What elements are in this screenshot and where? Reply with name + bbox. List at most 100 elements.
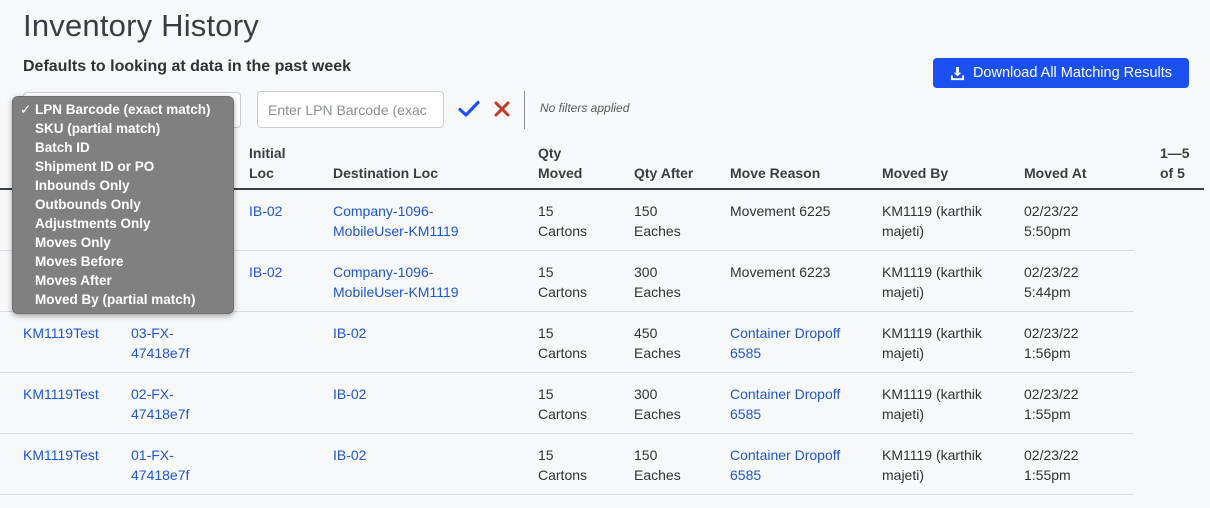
cell-qty-moved-text: Cartons: [538, 467, 588, 483]
cell-moved-at: 02/23/22 5:50pm: [1024, 201, 1079, 241]
cell-destination-loc[interactable]: Company-1096- MobileUser-KM1119: [333, 262, 459, 302]
cell-move-reason[interactable]: Container Dropoff 6585: [730, 384, 840, 424]
cell-qty-after-text: Eaches: [634, 223, 681, 239]
dropdown-option-label: Shipment ID or PO: [35, 159, 155, 174]
dropdown-option-moves-after[interactable]: Moves After: [13, 271, 233, 290]
cell-qty-after-text: Eaches: [634, 284, 681, 300]
dropdown-option-moved-by[interactable]: Moved By (partial match): [13, 290, 233, 309]
cell-lpn[interactable]: KM1119Test: [23, 384, 99, 404]
cell-move-reason[interactable]: Container Dropoff 6585: [730, 323, 840, 363]
cell-move-reason-text: 6585: [730, 345, 762, 361]
cell-moved-by-text: majeti): [882, 223, 925, 239]
cell-qty-moved-text: Cartons: [538, 284, 588, 300]
cell-lpn-text: KM1119Test: [23, 447, 99, 463]
cell-move-reason-text: Movement 6225: [730, 203, 831, 219]
cell-qty-moved-text: Cartons: [538, 223, 588, 239]
header-moved-at[interactable]: Moved At: [1024, 163, 1086, 183]
checkmark-icon[interactable]: [458, 100, 480, 118]
pagination-total: of 5: [1160, 165, 1185, 181]
cell-moved-by-text: KM1119 (karthik: [882, 203, 982, 219]
header-qty-moved-line1: Qty: [538, 145, 562, 161]
download-all-button[interactable]: Download All Matching Results: [933, 58, 1189, 88]
header-qty-moved[interactable]: Qty Moved: [538, 143, 582, 183]
pagination-indicator: 1—5 of 5: [1160, 143, 1190, 183]
cell-moved-at-text: 5:50pm: [1024, 223, 1071, 239]
cell-move-reason[interactable]: Container Dropoff 6585: [730, 445, 840, 485]
dropdown-option-label: Moves Only: [35, 235, 111, 250]
cell-initial-loc[interactable]: IB-02: [249, 201, 282, 221]
dropdown-option-sku[interactable]: SKU (partial match): [13, 119, 233, 138]
header-moved-by[interactable]: Moved By: [882, 163, 948, 183]
cell-destination-loc[interactable]: IB-02: [333, 323, 366, 343]
cell-moved-at-text: 02/23/22: [1024, 386, 1079, 402]
cell-sku-text: 02-FX-: [131, 386, 174, 402]
cell-sku[interactable]: 01-FX- 47418e7f: [131, 445, 189, 485]
download-all-label: Download All Matching Results: [972, 65, 1173, 81]
dropdown-option-moves-before[interactable]: Moves Before: [13, 252, 233, 271]
cell-sku-text: 01-FX-: [131, 447, 174, 463]
header-initial-loc-line2: Loc: [249, 165, 274, 181]
page-subtitle: Defaults to looking at data in the past …: [23, 58, 352, 75]
table-row: KM1119Test 01-FX- 47418e7f IB-02 15 Cartons 15…: [0, 434, 1134, 495]
cell-moved-by-text: majeti): [882, 345, 925, 361]
dropdown-option-label: Moves After: [35, 273, 112, 288]
cell-lpn[interactable]: KM1119Test: [23, 445, 99, 465]
cell-destination-loc[interactable]: IB-02: [333, 384, 366, 404]
dropdown-option-label: LPN Barcode (exact match): [35, 102, 211, 117]
cell-moved-at-text: 5:44pm: [1024, 284, 1071, 300]
cell-move-reason-text: Container Dropoff: [730, 447, 841, 463]
cell-qty-after-text: 150: [634, 203, 658, 219]
cell-qty-moved-text: Cartons: [538, 406, 588, 422]
cell-moved-by: KM1119 (karthik majeti): [882, 201, 982, 241]
lpn-barcode-input[interactable]: [257, 91, 444, 128]
cell-moved-at: 02/23/22 1:55pm: [1024, 384, 1079, 424]
dropdown-option-inbounds-only[interactable]: Inbounds Only: [13, 176, 233, 195]
cell-moved-at-text: 02/23/22: [1024, 447, 1079, 463]
table-right-gutter: [1134, 190, 1210, 508]
cell-destination-loc-text: Company-1096-: [333, 203, 434, 219]
dropdown-option-shipment-id[interactable]: Shipment ID or PO: [13, 157, 233, 176]
header-destination-loc[interactable]: Destination Loc: [333, 163, 438, 183]
header-move-reason[interactable]: Move Reason: [730, 163, 820, 183]
header-qty-after[interactable]: Qty After: [634, 163, 693, 183]
cell-initial-loc[interactable]: IB-02: [249, 262, 282, 282]
cell-moved-by-text: KM1119 (karthik: [882, 386, 982, 402]
cell-moved-by-text: KM1119 (karthik: [882, 264, 982, 280]
dropdown-option-outbounds-only[interactable]: Outbounds Only: [13, 195, 233, 214]
cell-lpn[interactable]: KM1119Test: [23, 323, 99, 343]
cell-sku[interactable]: 03-FX- 47418e7f: [131, 323, 189, 363]
cell-sku[interactable]: 02-FX- 47418e7f: [131, 384, 189, 424]
cell-qty-after-text: 300: [634, 386, 658, 402]
cell-destination-loc-text: IB-02: [333, 325, 367, 341]
close-icon[interactable]: [494, 101, 510, 117]
dropdown-option-lpn-barcode[interactable]: ✓ LPN Barcode (exact match): [13, 100, 233, 119]
cell-qty-after-text: Eaches: [634, 406, 681, 422]
header-initial-loc[interactable]: Initial Loc: [249, 143, 286, 183]
cell-qty-moved-text: 15: [538, 447, 554, 463]
cell-qty-after: 300 Eaches: [634, 384, 681, 424]
cell-qty-moved-text: 15: [538, 203, 554, 219]
cell-sku-text: 03-FX-: [131, 325, 174, 341]
cell-moved-by-text: KM1119 (karthik: [882, 325, 982, 341]
cell-initial-loc-text: IB-02: [249, 264, 283, 280]
cell-moved-at-text: 1:56pm: [1024, 345, 1071, 361]
dropdown-option-batch-id[interactable]: Batch ID: [13, 138, 233, 157]
cell-moved-at: 02/23/22 1:55pm: [1024, 445, 1079, 485]
cell-destination-loc-text: MobileUser-KM1119: [333, 223, 459, 239]
dropdown-option-label: Moves Before: [35, 254, 124, 269]
cell-qty-moved: 15 Cartons: [538, 384, 587, 424]
dropdown-option-adjustments-only[interactable]: Adjustments Only: [13, 214, 233, 233]
cell-move-reason: Movement 6223: [730, 262, 830, 282]
cell-move-reason-text: Container Dropoff: [730, 386, 841, 402]
cell-qty-after-text: Eaches: [634, 467, 681, 483]
cell-destination-loc[interactable]: IB-02: [333, 445, 366, 465]
cell-qty-after: 150 Eaches: [634, 201, 681, 241]
cell-destination-loc[interactable]: Company-1096- MobileUser-KM1119: [333, 201, 459, 241]
dropdown-option-label: Batch ID: [35, 140, 90, 155]
cell-qty-moved: 15 Cartons: [538, 445, 587, 485]
cell-move-reason-text: 6585: [730, 406, 762, 422]
cell-moved-at-text: 02/23/22: [1024, 325, 1079, 341]
dropdown-option-moves-only[interactable]: Moves Only: [13, 233, 233, 252]
cell-qty-moved: 15 Cartons: [538, 262, 587, 302]
filter-status-text: No filters applied: [540, 101, 630, 115]
